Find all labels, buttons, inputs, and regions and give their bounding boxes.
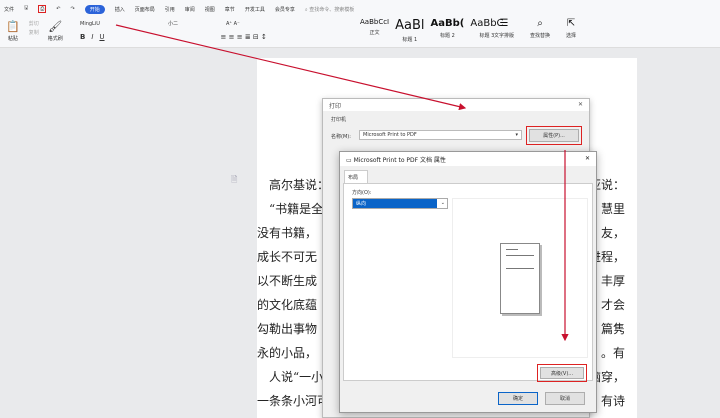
arrow-to-properties bbox=[115, 24, 467, 111]
annotation-arrows bbox=[115, 24, 569, 342]
